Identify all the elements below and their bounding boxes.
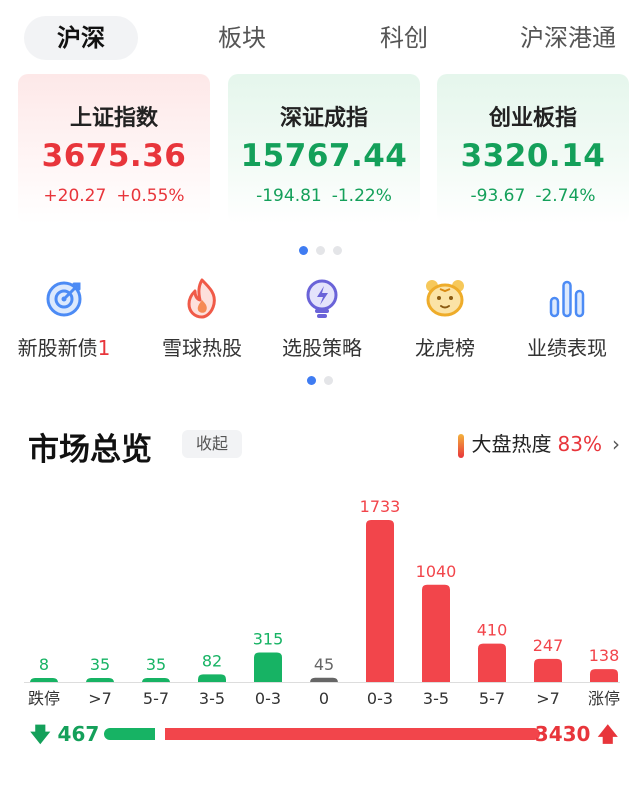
category-label: >7 xyxy=(536,689,560,708)
pager-dot-active[interactable] xyxy=(298,246,308,255)
bar-value-label: 35 xyxy=(90,655,110,674)
category-label: 5-7 xyxy=(143,689,169,708)
index-value: 3320.14 xyxy=(460,138,606,174)
shortcut-label: 业绩表现 xyxy=(527,336,607,360)
chart-bar xyxy=(422,584,450,682)
index-name: 创业板指 xyxy=(488,106,577,131)
category-label: 3-5 xyxy=(423,689,449,708)
index-change-abs: -93.67 xyxy=(470,186,526,206)
market-tabs: 沪深 板块 科创 沪深港通 xyxy=(0,0,640,78)
index-card-chinext[interactable]: 创业板指 3320.14 -93.67 -2.74% xyxy=(437,74,629,224)
index-card-shanghai[interactable]: 上证指数 3675.36 +20.27 +0.55% xyxy=(18,74,210,224)
up-count: 3430 🡅 xyxy=(535,720,618,754)
shortcut-dragon-tiger-list[interactable]: 龙虎榜 xyxy=(381,276,509,361)
pager-dot-active[interactable] xyxy=(307,376,316,385)
chart-bar xyxy=(534,658,562,682)
category-label: 0-3 xyxy=(255,689,281,708)
index-card-shenzhen[interactable]: 深证成指 15767.44 -194.81 -1.22% xyxy=(228,74,420,224)
arrow-up-icon: 🡅 xyxy=(597,722,618,746)
index-name: 深证成指 xyxy=(279,106,368,131)
ratio-down-segment xyxy=(104,728,155,740)
chevron-right-icon: › xyxy=(612,432,620,456)
bar-chart-icon xyxy=(549,280,585,318)
tiger-icon xyxy=(426,280,464,317)
shortcut-label: 新股新债1 xyxy=(17,336,111,360)
chart-bar xyxy=(590,669,618,682)
index-change: +20.27 +0.55% xyxy=(18,186,210,206)
tab-hushen[interactable]: 沪深 xyxy=(24,16,138,60)
category-label: 0 xyxy=(319,689,329,708)
category-label: 涨停 xyxy=(588,689,620,708)
target-icon xyxy=(46,281,82,317)
tab-stock-connect[interactable]: 沪深港通 xyxy=(508,16,628,60)
shortcut-pager-dots xyxy=(0,376,640,386)
down-count: 🡇 467 xyxy=(30,720,99,754)
category-label: 0-3 xyxy=(367,689,393,708)
bar-value-label: 8 xyxy=(39,655,49,674)
arrow-down-icon: 🡇 xyxy=(30,722,51,746)
index-change: -93.67 -2.74% xyxy=(437,186,629,206)
fire-icon xyxy=(187,278,216,319)
heat-gauge-icon xyxy=(457,433,464,458)
shortcut-label: 龙虎榜 xyxy=(415,336,475,360)
index-change-pct: -1.22% xyxy=(331,186,392,206)
bar-value-label: 1040 xyxy=(416,562,457,581)
category-label: 5-7 xyxy=(479,689,505,708)
price-change-distribution-chart: 8 跌停 35 >7 35 5-7 82 3-5 315 0-3 45 0 1733 0-3 1040 3-5… xyxy=(24,497,620,708)
category-label: 跌停 xyxy=(28,689,60,708)
market-overview-title: 市场总览 xyxy=(28,432,152,468)
pager-dot[interactable] xyxy=(324,376,333,385)
index-change-pct: +0.55% xyxy=(116,186,185,206)
chart-bar xyxy=(478,643,506,682)
pager-dot[interactable] xyxy=(315,246,325,255)
category-label: >7 xyxy=(88,689,112,708)
up-total: 3430 xyxy=(534,722,591,746)
market-heat-link[interactable]: 大盘热度 83% › xyxy=(457,428,620,460)
ratio-up-segment xyxy=(165,728,540,740)
lightbulb-icon xyxy=(306,279,338,318)
down-total: 467 xyxy=(57,722,100,746)
bar-value-label: 247 xyxy=(533,636,564,655)
index-change-abs: +20.27 xyxy=(43,186,107,206)
index-name: 上证指数 xyxy=(69,106,158,131)
shortcut-label: 雪球热股 xyxy=(162,336,242,360)
chart-bar xyxy=(366,520,394,682)
heat-value: 83% xyxy=(557,432,602,456)
heat-label: 大盘热度 xyxy=(471,432,552,456)
shortcut-new-stocks-bonds[interactable]: 新股新债1 xyxy=(0,276,128,361)
index-change: -194.81 -1.22% xyxy=(228,186,420,206)
shortcut-earnings[interactable]: 业绩表现 xyxy=(503,276,631,361)
tab-sector[interactable]: 板块 xyxy=(190,16,294,60)
bar-value-label: 82 xyxy=(202,651,222,670)
shortcut-hot-stocks[interactable]: 雪球热股 xyxy=(138,276,266,361)
index-pager-dots xyxy=(0,246,640,256)
collapse-button[interactable]: 收起 xyxy=(182,430,242,458)
tab-star-market[interactable]: 科创 xyxy=(354,16,454,60)
chart-bar xyxy=(198,674,226,682)
shortcut-stock-strategy[interactable]: 选股策略 xyxy=(258,276,386,361)
bar-value-label: 45 xyxy=(314,655,334,674)
bar-value-label: 1733 xyxy=(360,497,401,516)
up-down-ratio-bar xyxy=(104,728,540,740)
index-change-abs: -194.81 xyxy=(256,186,322,206)
bar-value-label: 138 xyxy=(589,646,620,665)
shortcut-label: 选股策略 xyxy=(282,336,362,360)
bar-value-label: 410 xyxy=(477,621,508,640)
chart-bar xyxy=(254,652,282,682)
index-value: 15767.44 xyxy=(240,138,408,174)
pager-dot[interactable] xyxy=(332,246,342,255)
index-change-pct: -2.74% xyxy=(535,186,596,206)
bar-value-label: 35 xyxy=(146,655,166,674)
new-count-badge: 1 xyxy=(97,336,111,360)
category-label: 3-5 xyxy=(199,689,225,708)
index-value: 3675.36 xyxy=(41,138,187,174)
bar-value-label: 315 xyxy=(253,630,284,649)
